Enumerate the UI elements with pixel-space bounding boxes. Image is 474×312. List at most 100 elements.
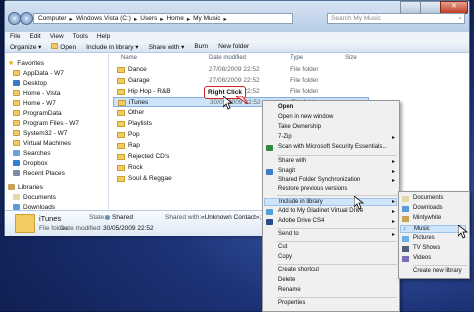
submenu-item-downloads[interactable]: Downloads	[413, 205, 443, 213]
menu-item-include-in-library[interactable]: Include in library	[264, 198, 397, 206]
menu-item-open-new-window[interactable]: Open in new window	[278, 114, 333, 122]
nav-item-home-w7[interactable]: Home - W7	[13, 98, 56, 108]
nav-item-desktop[interactable]: Desktop	[13, 78, 47, 88]
videos-icon	[402, 256, 409, 262]
chevron-right-icon: ▸	[186, 15, 191, 23]
recent-places-icon	[13, 170, 20, 176]
submenu-item-videos[interactable]: Videos	[413, 255, 431, 263]
search-placeholder: Search My Music	[331, 15, 381, 22]
submenu-item-mintywhite[interactable]: Mintywhite	[413, 215, 441, 223]
menu-item-properties[interactable]: Properties	[278, 300, 305, 308]
column-date-modified[interactable]: Date modified	[209, 55, 246, 61]
breadcrumb-home[interactable]: Home	[166, 15, 183, 22]
menu-tools[interactable]: Tools	[73, 33, 88, 40]
nav-item-programdata[interactable]: ProgramData	[13, 108, 62, 118]
menu-item-create-shortcut[interactable]: Create shortcut	[278, 267, 319, 275]
nav-item-searches[interactable]: Searches	[13, 148, 50, 158]
menu-item-restore-versions[interactable]: Restore previous versions	[278, 186, 347, 194]
menu-item-shared-folder-sync[interactable]: Shared Folder Synchronization	[278, 177, 360, 185]
burn-button[interactable]: Burn	[194, 43, 208, 50]
details-modified-label: Date modified:	[60, 225, 102, 232]
column-name[interactable]: Name	[121, 55, 137, 61]
submenu-item-tv-shows[interactable]: TV Shows	[413, 245, 440, 253]
submenu-item-music[interactable]: Music	[400, 225, 466, 233]
menu-separator	[277, 297, 397, 298]
menu-edit[interactable]: Edit	[29, 33, 40, 40]
nav-item-system32[interactable]: System32 - W7	[13, 128, 67, 138]
folder-icon	[117, 110, 125, 116]
column-size[interactable]: Size	[345, 55, 357, 61]
chevron-right-icon: ▸	[160, 15, 164, 23]
menu-item-take-ownership[interactable]: Take Ownership	[278, 124, 321, 132]
menu-file[interactable]: File	[10, 33, 20, 40]
submenu-arrow-icon: ▸	[391, 219, 395, 225]
file-row[interactable]: Dance 27/08/2009 22:52 File folder	[113, 65, 369, 75]
submenu-item-create-library[interactable]: Create new library	[413, 268, 462, 276]
breadcrumb-computer[interactable]: Computer	[38, 15, 67, 22]
nav-item-home-vista[interactable]: Home - Vista	[13, 88, 60, 98]
nav-item-virtual-machines[interactable]: Virtual Machines	[13, 138, 71, 148]
new-folder-button[interactable]: New folder	[218, 43, 249, 50]
menu-item-copy[interactable]: Copy	[278, 254, 292, 262]
organize-label: Organize	[10, 43, 37, 51]
nav-item-documents[interactable]: Documents	[13, 192, 56, 202]
submenu-item-pictures[interactable]: Pictures	[413, 235, 435, 243]
menu-item-rename[interactable]: Rename	[278, 287, 301, 295]
breadcrumb-drive[interactable]: Windows Vista (C:)	[76, 15, 131, 22]
nav-item-appdata[interactable]: AppData - W7	[13, 68, 64, 78]
submenu-arrow-icon: ▸	[391, 159, 395, 165]
nav-favorites[interactable]: ★ Favorites	[8, 58, 44, 68]
folder-icon	[117, 143, 125, 149]
nav-item-program-files[interactable]: Program Files - W7	[13, 118, 79, 128]
details-state: Shared	[112, 214, 133, 221]
file-row[interactable]: Garage 27/08/2009 22:52 File folder	[113, 76, 369, 86]
open-button[interactable]: Open	[51, 42, 76, 51]
column-headers: Name Date modified Type Size	[113, 54, 469, 63]
context-menu: Open Open in new window Take Ownership 7…	[262, 100, 400, 312]
search-icon[interactable]: ⌕	[458, 15, 464, 23]
address-bar[interactable]: Computer ▸ Windows Vista (C:) ▸ Users ▸ Hom…	[33, 13, 293, 24]
menu-item-adobe-drive[interactable]: Adobe Drive CS4	[278, 218, 324, 226]
library-icon	[402, 216, 409, 222]
menu-item-scan[interactable]: Scan with Microsoft Security Essentials.…	[278, 144, 387, 152]
folder-icon	[118, 100, 126, 106]
menu-item-snagit[interactable]: Snagit	[278, 168, 295, 176]
nav-item-label: Home - W7	[23, 99, 56, 107]
nav-item-label: AppData - W7	[23, 69, 64, 77]
callout-pointer	[236, 96, 249, 105]
menu-item-open[interactable]: Open	[278, 104, 293, 112]
chevron-right-icon: ▸	[133, 15, 138, 23]
nav-libraries-label: Libraries	[18, 183, 43, 191]
nav-item-dropbox[interactable]: Dropbox	[13, 158, 48, 168]
menu-view[interactable]: View	[50, 33, 64, 40]
file-name: Garage	[128, 77, 150, 84]
folder-icon	[13, 140, 20, 146]
menu-item-cut[interactable]: Cut	[278, 244, 287, 252]
menu-item-gladinet[interactable]: Add to My Gladinet Virtual Drive	[278, 208, 363, 216]
share-with-button[interactable]: Share with ▾	[149, 43, 185, 51]
pictures-icon	[402, 236, 409, 242]
include-in-library-button[interactable]: Include in library ▾	[86, 43, 138, 51]
folder-icon	[117, 154, 125, 160]
shared-icon	[105, 215, 110, 220]
menu-item-7zip[interactable]: 7-Zip	[278, 134, 292, 142]
submenu-item-documents[interactable]: Documents	[413, 195, 443, 203]
nav-libraries[interactable]: Libraries	[8, 182, 43, 192]
forward-button[interactable]: ›	[20, 12, 33, 25]
folder-icon	[13, 130, 20, 136]
menu-separator	[277, 195, 397, 196]
menu-item-delete[interactable]: Delete	[278, 277, 295, 285]
nav-item-recent-places[interactable]: Recent Places	[13, 168, 65, 178]
chevron-right-icon: ▸	[69, 15, 73, 23]
file-name: Playlists	[128, 120, 152, 127]
menu-item-send-to[interactable]: Send to	[278, 231, 299, 239]
details-state-label: State:	[89, 214, 106, 221]
column-type[interactable]: Type	[290, 55, 303, 61]
breadcrumb-my-music[interactable]: My Music	[193, 15, 220, 22]
menu-item-share-with[interactable]: Share with	[278, 158, 306, 166]
menu-help[interactable]: Help	[97, 33, 110, 40]
breadcrumb-users[interactable]: Users	[140, 15, 157, 22]
organize-button[interactable]: Organize ▾	[10, 43, 41, 51]
nav-item-label: Searches	[23, 149, 51, 157]
search-input[interactable]: Search My Music ⌕	[327, 13, 465, 24]
